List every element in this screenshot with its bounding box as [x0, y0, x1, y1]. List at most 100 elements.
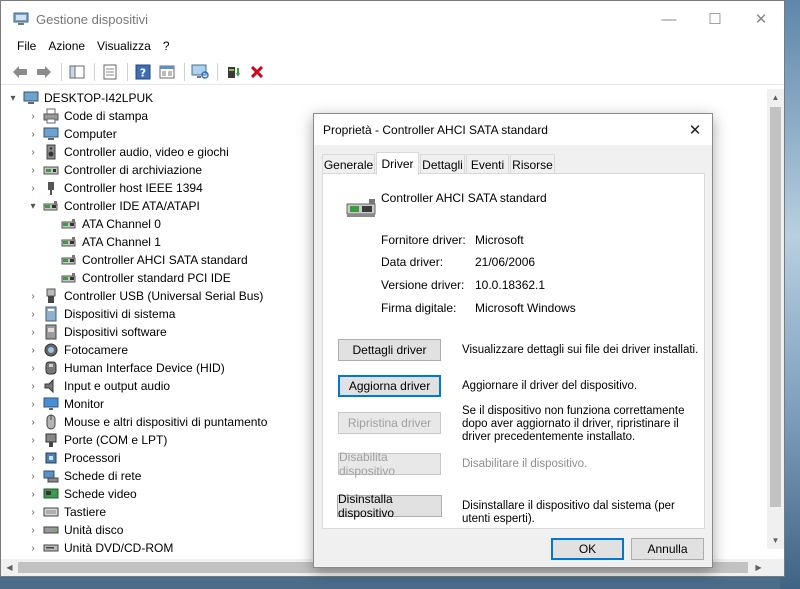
vertical-scroll-thumb[interactable]: [770, 107, 781, 507]
chevron-right-icon[interactable]: ›: [27, 539, 39, 554]
scroll-down-arrow-icon[interactable]: ▼: [767, 532, 784, 549]
tree-item-label: Mouse e altri dispositivi di puntamento: [64, 415, 268, 429]
tree-item-label: Controller audio, video e giochi: [64, 145, 229, 159]
scroll-right-arrow-icon[interactable]: ▶: [750, 559, 767, 576]
window-title: Gestione dispositivi: [36, 12, 148, 27]
chevron-right-icon[interactable]: ›: [27, 485, 39, 503]
menu-azione[interactable]: Azione: [42, 37, 91, 57]
show-hide-tree-icon[interactable]: [66, 61, 88, 83]
chevron-right-icon[interactable]: ›: [27, 287, 39, 305]
chevron-right-icon[interactable]: ›: [27, 107, 39, 125]
chevron-down-icon[interactable]: ▾: [27, 197, 39, 215]
tree-category-item[interactable]: › Computer: [27, 125, 327, 143]
chevron-right-icon[interactable]: ›: [27, 341, 39, 359]
tree-category-item[interactable]: › Code di stampa: [27, 107, 327, 125]
menu-help[interactable]: ?: [157, 37, 176, 57]
forward-arrow-icon[interactable]: [33, 61, 55, 83]
storage-controller-icon: [43, 162, 59, 178]
driver-details-button[interactable]: Dettagli driver: [338, 339, 441, 361]
properties-icon[interactable]: [99, 61, 121, 83]
network-adapter-icon: [43, 468, 59, 484]
chevron-right-icon[interactable]: ›: [27, 161, 39, 179]
menu-visualizza[interactable]: Visualizza: [91, 37, 157, 57]
cancel-button[interactable]: Annulla: [631, 538, 704, 560]
ok-button[interactable]: OK: [551, 538, 624, 560]
title-bar[interactable]: Gestione dispositivi — ☐ ✕: [1, 1, 784, 37]
chevron-right-icon[interactable]: ›: [27, 377, 39, 395]
uninstall-x-icon[interactable]: [246, 61, 268, 83]
tree-category-item[interactable]: › Controller host IEEE 1394: [27, 179, 327, 197]
dialog-title-bar[interactable]: Proprietà - Controller AHCI SATA standar…: [314, 114, 712, 145]
tree-item-label: Dispositivi di sistema: [64, 307, 176, 321]
tree-item-label: ATA Channel 1: [82, 235, 161, 249]
tree-category-item[interactable]: › Unità DVD/CD-ROM: [27, 539, 327, 554]
chevron-right-icon[interactable]: ›: [27, 179, 39, 197]
chevron-right-icon[interactable]: ›: [27, 449, 39, 467]
maximize-button[interactable]: ☐: [692, 1, 738, 37]
tree-item-label: Schede video: [64, 487, 137, 501]
tab-dettagli[interactable]: Dettagli: [420, 154, 465, 174]
tree-category-item[interactable]: › Dispositivi software: [27, 323, 327, 341]
tree-child-item[interactable]: ATA Channel 1: [45, 233, 345, 251]
chevron-right-icon[interactable]: ›: [27, 125, 39, 143]
tree-category-item[interactable]: › Input e output audio: [27, 377, 327, 395]
tree-child-item[interactable]: Controller AHCI SATA standard: [45, 251, 345, 269]
update-driver-button[interactable]: Aggiorna driver: [338, 375, 441, 397]
chevron-right-icon[interactable]: ›: [27, 395, 39, 413]
tab-eventi[interactable]: Eventi: [466, 154, 509, 174]
tree-category-item[interactable]: › Schede video: [27, 485, 327, 503]
tree-category-item[interactable]: › Human Interface Device (HID): [27, 359, 327, 377]
back-arrow-icon[interactable]: [9, 61, 31, 83]
tree-root[interactable]: ▾ DESKTOP-I42LPUK: [7, 89, 307, 107]
chevron-right-icon[interactable]: ›: [27, 359, 39, 377]
disable-device-button[interactable]: Disabilita dispositivo: [338, 450, 441, 478]
chevron-right-icon[interactable]: ›: [27, 305, 39, 323]
monitor-scan-icon[interactable]: [189, 61, 211, 83]
tree-category-item[interactable]: › Fotocamere: [27, 341, 327, 359]
tab-risorse[interactable]: Risorse: [510, 154, 555, 174]
tree-item-label: Unità DVD/CD-ROM: [64, 541, 174, 554]
tree-item-label: Controller host IEEE 1394: [64, 181, 203, 195]
tab-generale[interactable]: Generale: [322, 154, 375, 174]
help-icon[interactable]: ?: [132, 61, 154, 83]
tree-category-item[interactable]: › Tastiere: [27, 503, 327, 521]
tree-category-item[interactable]: › Controller audio, video e giochi: [27, 143, 327, 161]
tree-category-item[interactable]: › Mouse e altri dispositivi di puntamento: [27, 413, 327, 431]
tree-child-item[interactable]: ATA Channel 0: [45, 215, 345, 233]
chevron-right-icon[interactable]: ›: [27, 467, 39, 485]
processor-icon: [43, 450, 59, 466]
tree-category-item[interactable]: › Dispositivi di sistema: [27, 305, 327, 323]
menu-file[interactable]: File: [11, 37, 42, 57]
uninstall-device-button[interactable]: Disinstalla dispositivo: [337, 492, 442, 520]
toolbar-separator: [61, 62, 62, 81]
tree-category-item[interactable]: › Porte (COM e LPT): [27, 431, 327, 449]
update-driver-icon[interactable]: [222, 61, 244, 83]
chevron-right-icon[interactable]: ›: [27, 431, 39, 449]
tab-driver[interactable]: Driver: [376, 152, 419, 175]
scroll-up-arrow-icon[interactable]: ▲: [767, 89, 784, 106]
chevron-right-icon[interactable]: ›: [27, 143, 39, 161]
chevron-right-icon[interactable]: ›: [27, 323, 39, 341]
rollback-driver-button[interactable]: Ripristina driver: [338, 412, 441, 434]
tree-category-item[interactable]: › Monitor: [27, 395, 327, 413]
chevron-right-icon[interactable]: ›: [27, 521, 39, 539]
tree-category-item[interactable]: › Controller USB (Universal Serial Bus): [27, 287, 327, 305]
chevron-right-icon[interactable]: ›: [27, 413, 39, 431]
tree-child-item[interactable]: Controller standard PCI IDE: [45, 269, 345, 287]
scroll-left-arrow-icon[interactable]: ◀: [1, 559, 18, 576]
tree-item-label: Input e output audio: [64, 379, 171, 393]
tree-category-item[interactable]: › Controller di archiviazione: [27, 161, 327, 179]
tree-category-item[interactable]: ▾ Controller IDE ATA/ATAPI: [27, 197, 327, 215]
chevron-down-icon[interactable]: ▾: [7, 89, 19, 107]
tree-category-item[interactable]: › Schede di rete: [27, 467, 327, 485]
tree-category-item[interactable]: › Processori: [27, 449, 327, 467]
chevron-right-icon[interactable]: ›: [27, 503, 39, 521]
view-icon[interactable]: [156, 61, 178, 83]
svg-text:?: ?: [140, 66, 146, 79]
dialog-close-button[interactable]: ✕: [678, 114, 712, 145]
minimize-button[interactable]: —: [646, 1, 692, 37]
vertical-scrollbar[interactable]: ▲ ▼: [767, 89, 784, 549]
close-button[interactable]: ✕: [738, 1, 784, 37]
tree-category-item[interactable]: › Unità disco: [27, 521, 327, 539]
